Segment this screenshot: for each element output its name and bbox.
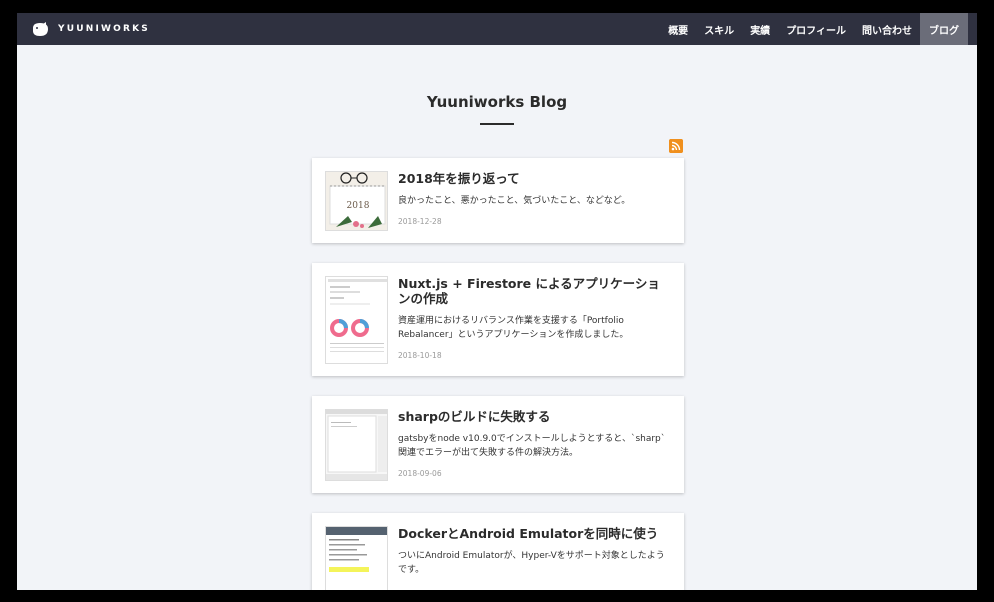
post-description: gatsbyをnode v10.9.0でインストールしようとすると、`sharp… xyxy=(398,434,666,458)
post-card[interactable]: Nuxt.js + Firestore によるアプリケーションの作成 資産運用に… xyxy=(312,263,684,376)
nav-menu: 概要 スキル 実績 プロフィール 問い合わせ ブログ xyxy=(660,13,977,45)
nav-item-contact[interactable]: 問い合わせ xyxy=(854,13,920,45)
post-date: 2018-12-28 xyxy=(398,217,442,226)
post-title: 2018年を振り返って xyxy=(398,171,520,186)
nav-item-works[interactable]: 実績 xyxy=(742,13,778,45)
brand-name: YUUNIWORKS xyxy=(58,24,150,34)
post-card[interactable]: sharpのビルドに失敗する gatsbyをnode v10.9.0でインストー… xyxy=(312,396,684,493)
nav-item-overview[interactable]: 概要 xyxy=(660,13,696,45)
post-title: sharpのビルドに失敗する xyxy=(398,409,551,424)
navbar: YUUNIWORKS 概要 スキル 実績 プロフィール 問い合わせ ブログ xyxy=(17,13,977,45)
post-thumbnail xyxy=(325,526,388,590)
nav-item-skills[interactable]: スキル xyxy=(696,13,742,45)
nav-item-profile[interactable]: プロフィール xyxy=(778,13,854,45)
post-title: DockerとAndroid Emulatorを同時に使う xyxy=(398,526,659,541)
title-underline xyxy=(480,123,514,125)
post-card[interactable]: 2018 2018年を振り返って 良かったこと、悪かったこと、気づいたこと、など… xyxy=(312,158,684,243)
post-thumbnail xyxy=(325,276,388,364)
brand-cat-icon xyxy=(33,21,48,36)
post-description: ついにAndroid Emulatorが、Hyper-Vをサポート対象としたよう… xyxy=(398,551,665,575)
page-title: Yuuniworks Blog xyxy=(426,93,568,111)
nav-item-blog[interactable]: ブログ xyxy=(920,13,968,45)
post-date: 2018-09-06 xyxy=(398,469,442,478)
post-title: Nuxt.js + Firestore によるアプリケーションの作成 xyxy=(398,276,660,306)
browser-viewport: YUUNIWORKS 概要 スキル 実績 プロフィール 問い合わせ ブログ Yu… xyxy=(17,13,977,590)
post-description: 資産運用におけるリバランス作業を支援する「Portfolio Rebalance… xyxy=(398,316,629,340)
post-list: 2018 2018年を振り返って 良かったこと、悪かったこと、気づいたこと、など… xyxy=(312,158,684,590)
rss-icon[interactable] xyxy=(669,139,683,153)
post-thumbnail: 2018 xyxy=(325,171,388,231)
post-card[interactable]: DockerとAndroid Emulatorを同時に使う ついにAndroid… xyxy=(312,513,684,590)
post-thumbnail xyxy=(325,409,388,481)
post-description: 良かったこと、悪かったこと、気づいたこと、などなど。 xyxy=(398,196,631,206)
post-date: 2018-10-18 xyxy=(398,351,442,360)
brand-logo[interactable]: YUUNIWORKS xyxy=(31,21,150,37)
svg-text:2018: 2018 xyxy=(347,201,370,211)
